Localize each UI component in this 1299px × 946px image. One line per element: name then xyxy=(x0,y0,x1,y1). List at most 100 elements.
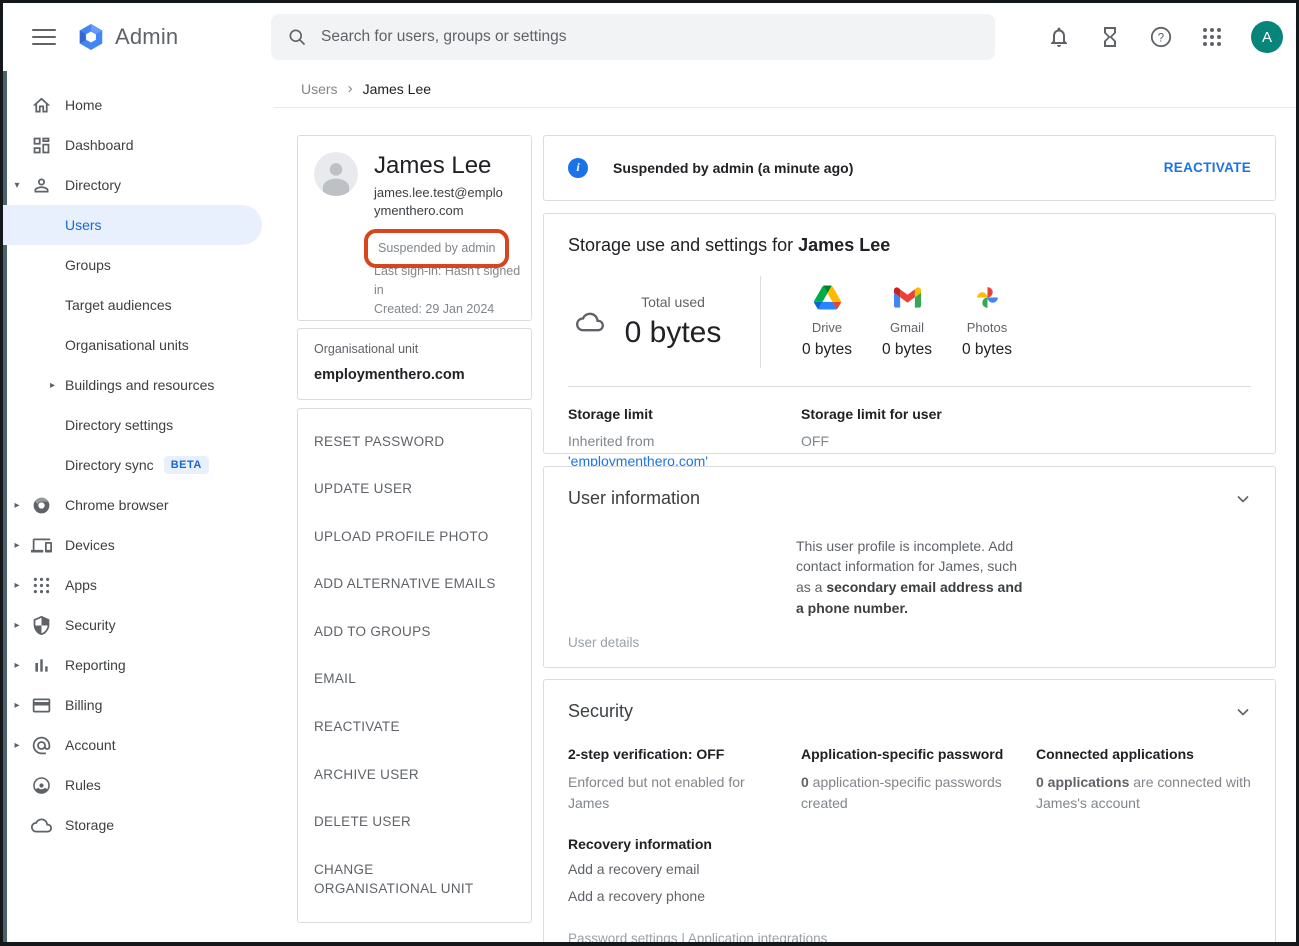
total-used-label: Total used xyxy=(604,294,742,310)
expand-caret-icon[interactable]: ▸ xyxy=(3,660,31,671)
brand-title: Admin xyxy=(115,24,178,50)
alert-message: Suspended by admin (a minute ago) xyxy=(613,160,853,176)
org-unit-label: Organisational unit xyxy=(314,342,515,356)
sidebar-item-target-audiences[interactable]: Target audiences xyxy=(3,285,262,325)
sidebar-item-buildings-resources[interactable]: ▸ Buildings and resources xyxy=(3,365,262,405)
photos-usage: Photos 0 bytes xyxy=(947,285,1027,359)
breadcrumb-current: James Lee xyxy=(363,81,431,97)
sidebar-item-directory-settings[interactable]: Directory settings xyxy=(3,405,262,445)
delete-user-button[interactable]: DELETE USER xyxy=(298,798,531,846)
photos-icon xyxy=(974,285,1001,310)
expand-caret-icon[interactable]: ▾ xyxy=(3,180,31,191)
app-specific-password-heading: Application-specific password xyxy=(801,746,1036,762)
security-footer-links: Password settings | Application integrat… xyxy=(568,931,1251,945)
user-profile-card: James Lee james.lee.test@employmenthero.… xyxy=(297,135,532,321)
divider xyxy=(568,386,1251,387)
sidebar-item-devices[interactable]: ▸ Devices xyxy=(3,525,262,565)
credit-card-icon xyxy=(31,695,65,716)
application-integrations-link[interactable]: Application integrations xyxy=(688,931,828,945)
menu-icon[interactable] xyxy=(32,25,56,49)
chevron-down-icon[interactable] xyxy=(1233,489,1253,509)
user-avatar xyxy=(314,152,358,196)
password-settings-link[interactable]: Password settings xyxy=(568,931,678,945)
sidebar-item-account[interactable]: ▸ Rules Account xyxy=(3,725,262,765)
expand-caret-icon[interactable]: ▸ xyxy=(3,620,31,631)
sidebar-item-dashboard[interactable]: Dashboard xyxy=(3,125,262,165)
devices-icon xyxy=(31,535,65,556)
apps-grid-icon[interactable] xyxy=(1200,25,1224,49)
app-specific-password-status: 0 application-specific passwords created xyxy=(801,772,1011,814)
sidebar-item-security[interactable]: ▸ Security xyxy=(3,605,262,645)
user-information-card: User information This user profile is in… xyxy=(543,466,1276,668)
reset-password-button[interactable]: RESET PASSWORD xyxy=(298,418,531,466)
storage-card-title: Storage use and settings for James Lee xyxy=(568,235,1251,256)
sidebar-item-apps[interactable]: ▸ Apps xyxy=(3,565,262,605)
sidebar-item-users[interactable]: Users xyxy=(3,205,262,245)
sidebar-item-directory[interactable]: ▾ Directory xyxy=(3,165,262,205)
expand-caret-icon[interactable]: ▸ xyxy=(3,700,31,711)
chevron-right-icon: › xyxy=(348,80,353,97)
top-bar: Admin ? A xyxy=(3,3,1296,71)
sidebar-item-organisational-units[interactable]: Organisational units xyxy=(3,325,262,365)
add-to-groups-button[interactable]: ADD TO GROUPS xyxy=(298,608,531,656)
brand: Admin xyxy=(76,22,178,52)
expand-caret-icon[interactable]: ▸ xyxy=(31,380,65,391)
archive-user-button[interactable]: ARCHIVE USER xyxy=(298,751,531,799)
sidebar-item-home[interactable]: Home xyxy=(3,85,262,125)
storage-card: Storage use and settings for James Lee T… xyxy=(543,213,1276,454)
sidebar-item-directory-sync[interactable]: Directory sync BETA xyxy=(3,445,262,485)
notifications-bell-icon[interactable] xyxy=(1047,25,1071,49)
suspension-alert-banner: i Suspended by admin (a minute ago) REAC… xyxy=(543,135,1276,201)
update-user-button[interactable]: UPDATE USER xyxy=(298,465,531,513)
storage-limit-heading: Storage limit xyxy=(568,406,801,422)
home-icon xyxy=(31,95,65,116)
twostep-status: Enforced but not enabled for James xyxy=(568,772,758,814)
org-unit-card: Organisational unit employmenthero.com xyxy=(297,328,532,400)
apps-icon xyxy=(31,575,65,596)
topbar-icons: ? A xyxy=(1047,21,1283,53)
user-status: Suspended by admin xyxy=(378,241,495,255)
sidebar-item-groups[interactable]: Groups xyxy=(3,245,262,285)
add-alternative-emails-button[interactable]: ADD ALTERNATIVE EMAILS xyxy=(298,560,531,608)
sidebar-item-reporting[interactable]: ▸ Reporting xyxy=(3,645,262,685)
pending-tasks-hourglass-icon[interactable] xyxy=(1098,25,1122,49)
storage-limit-inherited: Inherited from xyxy=(568,433,654,449)
user-actions-card: RESET PASSWORD UPDATE USER UPLOAD PROFIL… xyxy=(297,408,532,923)
search-icon xyxy=(287,27,307,47)
reactivate-link[interactable]: REACTIVATE xyxy=(1164,160,1251,175)
add-recovery-email-link[interactable]: Add a recovery email xyxy=(568,860,801,880)
at-sign-icon xyxy=(31,735,65,756)
expand-caret-icon[interactable]: ▸ xyxy=(3,500,31,511)
sidebar-item-chrome-browser[interactable]: ▸ Chrome browser xyxy=(3,485,262,525)
change-org-unit-button[interactable]: CHANGE ORGANISATIONAL UNIT xyxy=(298,846,498,913)
account-avatar[interactable]: A xyxy=(1251,21,1283,53)
org-unit-value: employmenthero.com xyxy=(314,367,515,383)
shield-icon xyxy=(31,615,65,636)
reactivate-button[interactable]: REACTIVATE xyxy=(298,703,531,751)
security-card: Security 2-step verification: OFF Enforc… xyxy=(543,679,1276,945)
search-input[interactable] xyxy=(321,28,921,46)
sidebar-item-storage[interactable]: Storage xyxy=(3,805,262,845)
expand-caret-icon[interactable]: ▸ xyxy=(3,740,31,751)
email-button[interactable]: EMAIL xyxy=(298,655,531,703)
chevron-down-icon[interactable] xyxy=(1233,702,1253,722)
upload-profile-photo-button[interactable]: UPLOAD PROFILE PHOTO xyxy=(298,513,531,561)
expand-caret-icon[interactable]: ▸ xyxy=(3,540,31,551)
drive-icon xyxy=(814,285,841,310)
sidebar-item-billing[interactable]: ▸ Billing xyxy=(3,685,262,725)
sidebar-item-rules[interactable]: Rules xyxy=(3,765,262,805)
gmail-usage: Gmail 0 bytes xyxy=(867,285,947,359)
cloud-icon xyxy=(31,815,65,836)
expand-caret-icon[interactable]: ▸ xyxy=(3,580,31,591)
security-title: Security xyxy=(568,701,1251,722)
user-details-link[interactable]: User details xyxy=(568,635,639,650)
recovery-info-heading: Recovery information xyxy=(568,836,801,852)
help-icon[interactable]: ? xyxy=(1149,25,1173,49)
svg-text:?: ? xyxy=(1158,32,1164,44)
total-used-value: 0 bytes xyxy=(604,316,742,350)
info-icon: i xyxy=(568,158,588,178)
gmail-icon xyxy=(894,285,921,310)
add-recovery-phone-link[interactable]: Add a recovery phone xyxy=(568,887,801,907)
search-bar[interactable] xyxy=(271,14,995,60)
breadcrumb-users-link[interactable]: Users xyxy=(301,81,338,97)
